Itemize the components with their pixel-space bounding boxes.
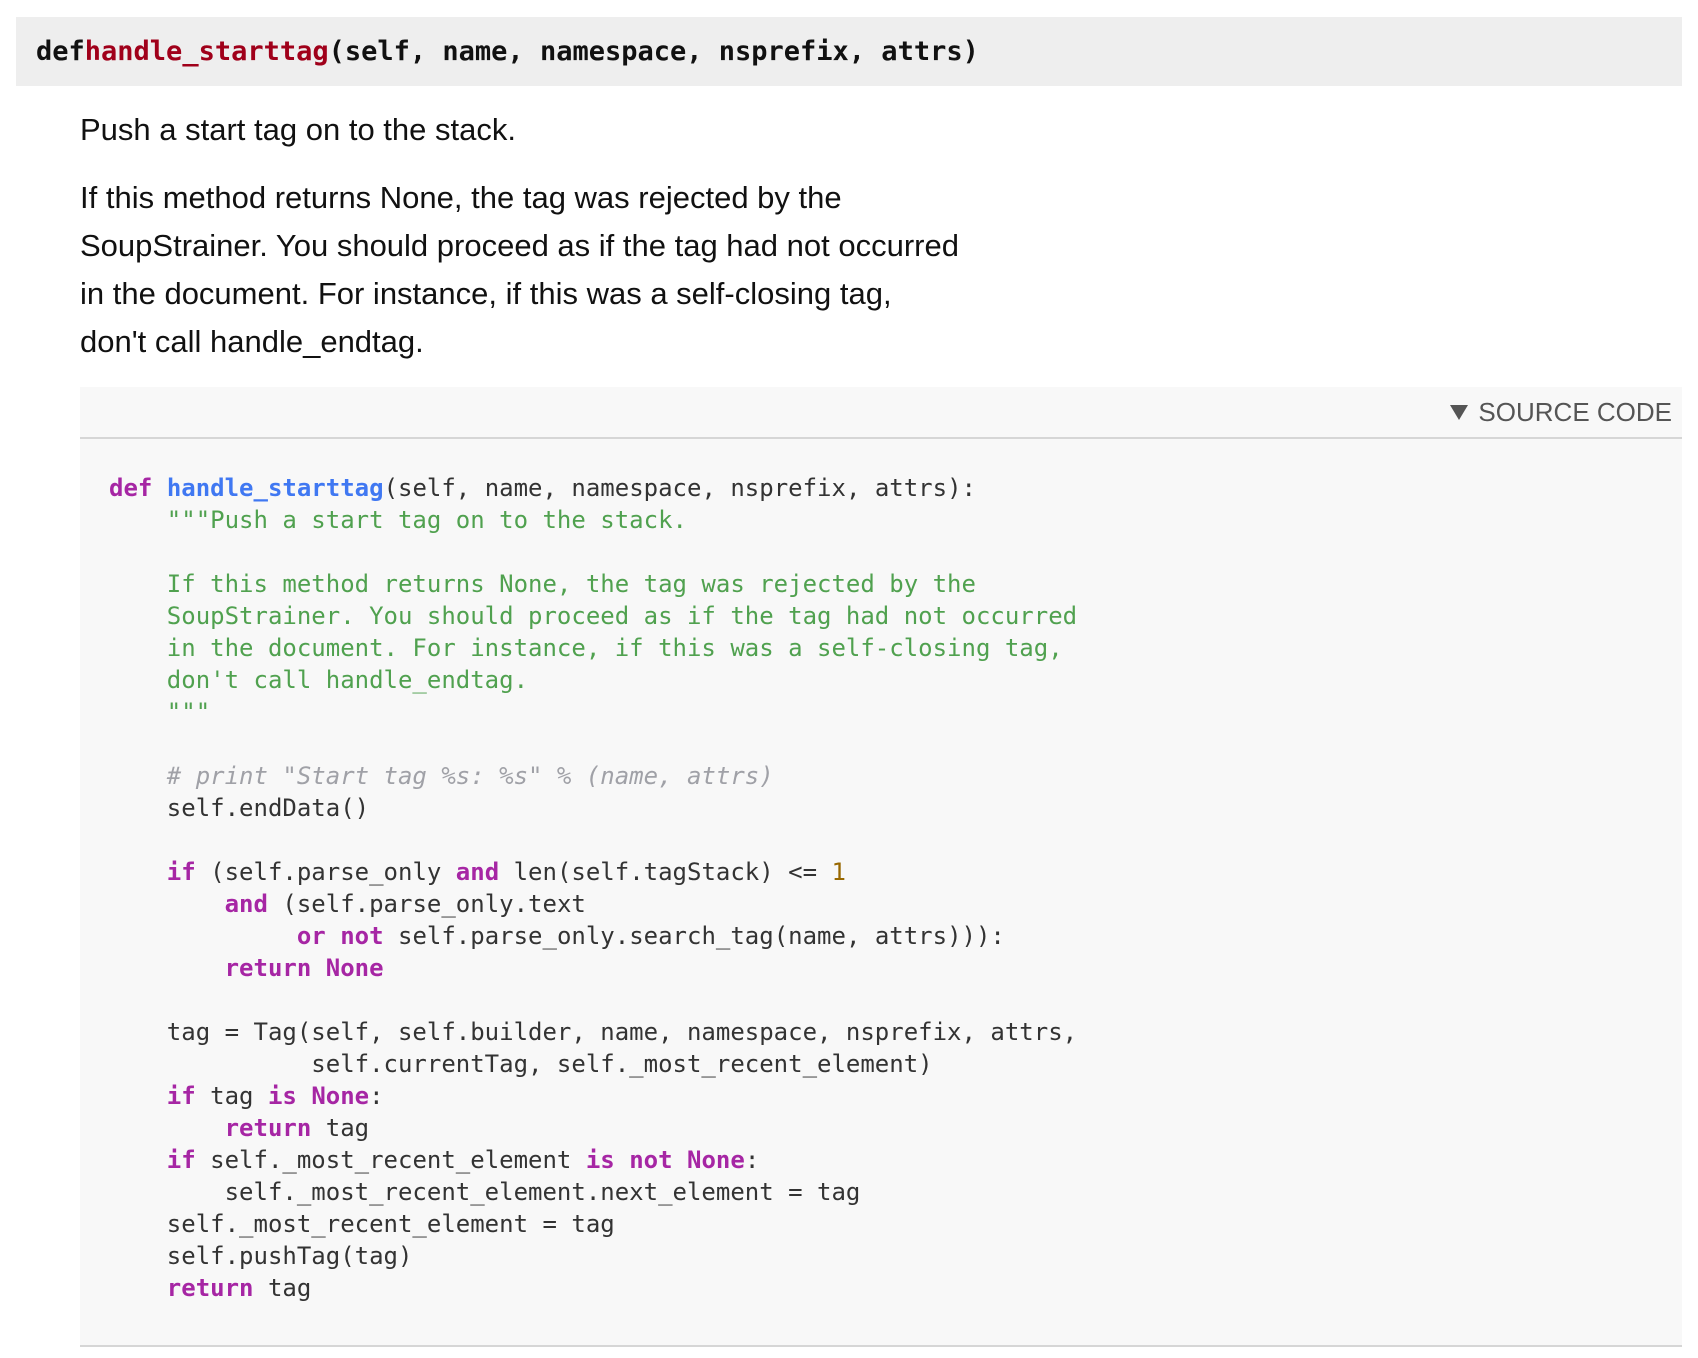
function-signature: def handle_starttag (self, name, namespac… (16, 17, 1682, 86)
source-code-toggle[interactable]: SOURCE CODE (80, 387, 1682, 439)
doc-line: don't call handle_endtag. (80, 324, 424, 359)
function-params: (self, name, namespace, nsprefix, attrs) (328, 36, 979, 67)
function-name: handle_starttag (84, 36, 329, 67)
doc-line: If this method returns None, the tag was… (80, 180, 842, 215)
source-code-block: def handle_starttag(self, name, namespac… (109, 474, 1078, 1302)
source-panel-bottom-border (80, 1345, 1682, 1347)
source-code-label: SOURCE CODE (1478, 396, 1672, 427)
source-code-panel: SOURCE CODE def handle_starttag(self, na… (80, 387, 1682, 1347)
doc-summary: Push a start tag on to the stack. (80, 112, 516, 147)
triangle-down-icon (1450, 404, 1469, 420)
doc-line: SoupStrainer. You should proceed as if t… (80, 228, 959, 263)
def-keyword: def (36, 36, 85, 67)
docstring: Push a start tag on to the stack. If thi… (80, 106, 1180, 366)
doc-line: in the document. For instance, if this w… (80, 276, 892, 311)
doc-details: If this method returns None, the tag was… (80, 174, 1180, 366)
